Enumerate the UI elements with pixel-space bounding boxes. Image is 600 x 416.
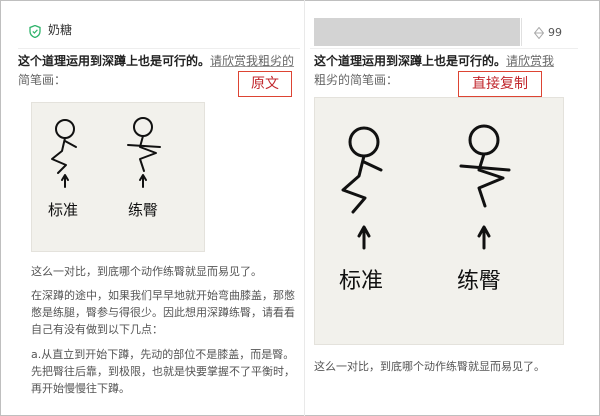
username[interactable]: 奶糖 xyxy=(48,21,72,38)
intro-link-text[interactable]: 请欣赏我 xyxy=(506,54,554,68)
pane-divider xyxy=(304,0,305,416)
label-standard: 标准 xyxy=(48,201,78,219)
count-value: 99 xyxy=(548,26,562,39)
paragraph-a: a.从直立到开始下蹲，先动的部位不是膝盖，而是臀。先把臀往后靠，到极限，也就是快… xyxy=(31,348,295,395)
label-standard: 标准 xyxy=(339,269,383,294)
paragraph-squat: 在深蹲的途中，如果我们早早地就开始弯曲膝盖，那憋憋是练腿，臀参与得很少。因此想用… xyxy=(31,289,295,336)
header-divider xyxy=(18,48,300,49)
intro-bold-text: 这个道理运用到深蹲上也是可行的。 xyxy=(18,54,211,68)
paragraph-compare: 这么一对比，到底哪个动作练臀就显而易见了。 xyxy=(31,265,262,278)
intro-tail-text: 粗劣的简笔画： xyxy=(314,73,399,87)
left-pane: 奶糖 这个道理运用到深蹲上也是可行的。请欣赏我粗劣的 简笔画： 原文 标准 练臀… xyxy=(18,0,300,416)
diamond-icon[interactable] xyxy=(534,27,544,39)
stamp-direct-copy: 直接复制 xyxy=(458,71,542,97)
label-glute: 练臀 xyxy=(128,201,158,219)
shield-icon xyxy=(29,25,41,38)
label-glute: 练臀 xyxy=(457,269,501,294)
header-divider xyxy=(310,48,578,49)
header-separator xyxy=(521,18,522,46)
sketch-photo: 标准 练臀 xyxy=(314,97,564,345)
right-pane: 99 这个道理运用到深蹲上也是可行的。请欣赏我 粗劣的简笔画： 直接复制 标准 … xyxy=(310,0,578,416)
stick-figure-sketch: 标准 练臀 xyxy=(48,117,161,219)
stick-figure-sketch: 标准 练臀 xyxy=(339,124,511,294)
intro-tail-text: 简笔画： xyxy=(18,73,67,87)
intro-bold-text: 这个道理运用到深蹲上也是可行的。 xyxy=(314,54,507,68)
intro-link-text[interactable]: 请欣赏我粗劣的 xyxy=(210,54,294,68)
sketch-photo: 标准 练臀 xyxy=(31,102,205,252)
stamp-original: 原文 xyxy=(238,71,292,97)
paragraph-compare: 这么一对比，到底哪个动作练臀就显而易见了。 xyxy=(314,360,545,373)
redacted-block xyxy=(314,18,520,46)
